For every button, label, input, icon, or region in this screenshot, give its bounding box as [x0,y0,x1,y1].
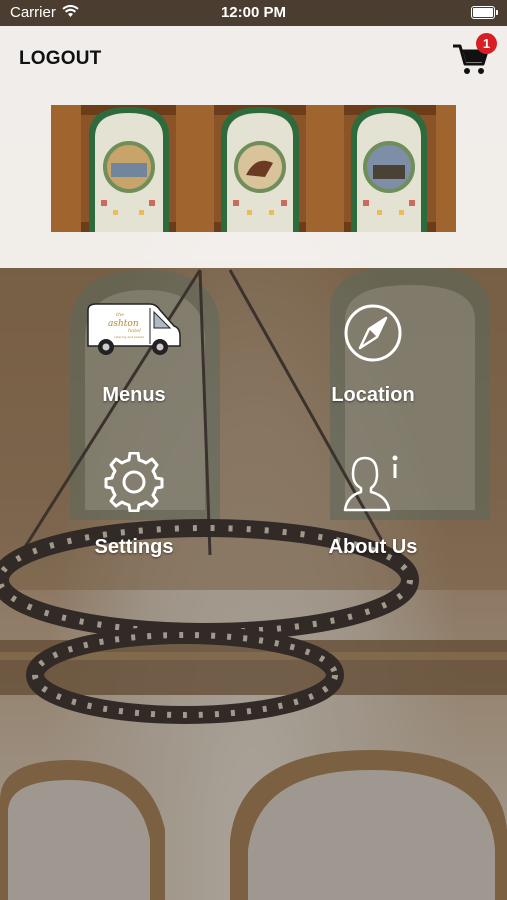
battery-icon [471,6,498,19]
menu-item-label: Location [331,384,415,406]
menu-item-label: Menus [102,384,166,406]
menu-item-label: Settings [94,536,174,558]
cart-count-badge: 1 [476,33,497,54]
person-info-icon [343,455,398,512]
menu-item-settings[interactable]: Settings [34,452,234,559]
van-logo-the: the [116,312,124,318]
compass-icon [344,304,402,362]
van-logo-hotel: hotel [128,328,141,334]
gear-icon [104,452,164,512]
status-bar: Carrier 12:00 PM [0,0,507,26]
van-logo-tagline: catering and events [114,335,144,339]
van-icon: the ashton hotel catering and events [87,303,181,355]
header-panel: LOGOUT 1 [0,26,507,268]
logout-button[interactable]: LOGOUT [19,48,101,70]
menu-item-location[interactable]: Location [273,300,473,407]
menu-item-about-us[interactable]: About Us [273,452,473,559]
menu-item-label: About Us [328,536,418,558]
menu-item-menus[interactable]: the ashton hotel catering and events Men… [34,300,234,407]
banner-image [51,105,456,232]
status-time: 12:00 PM [220,4,287,21]
